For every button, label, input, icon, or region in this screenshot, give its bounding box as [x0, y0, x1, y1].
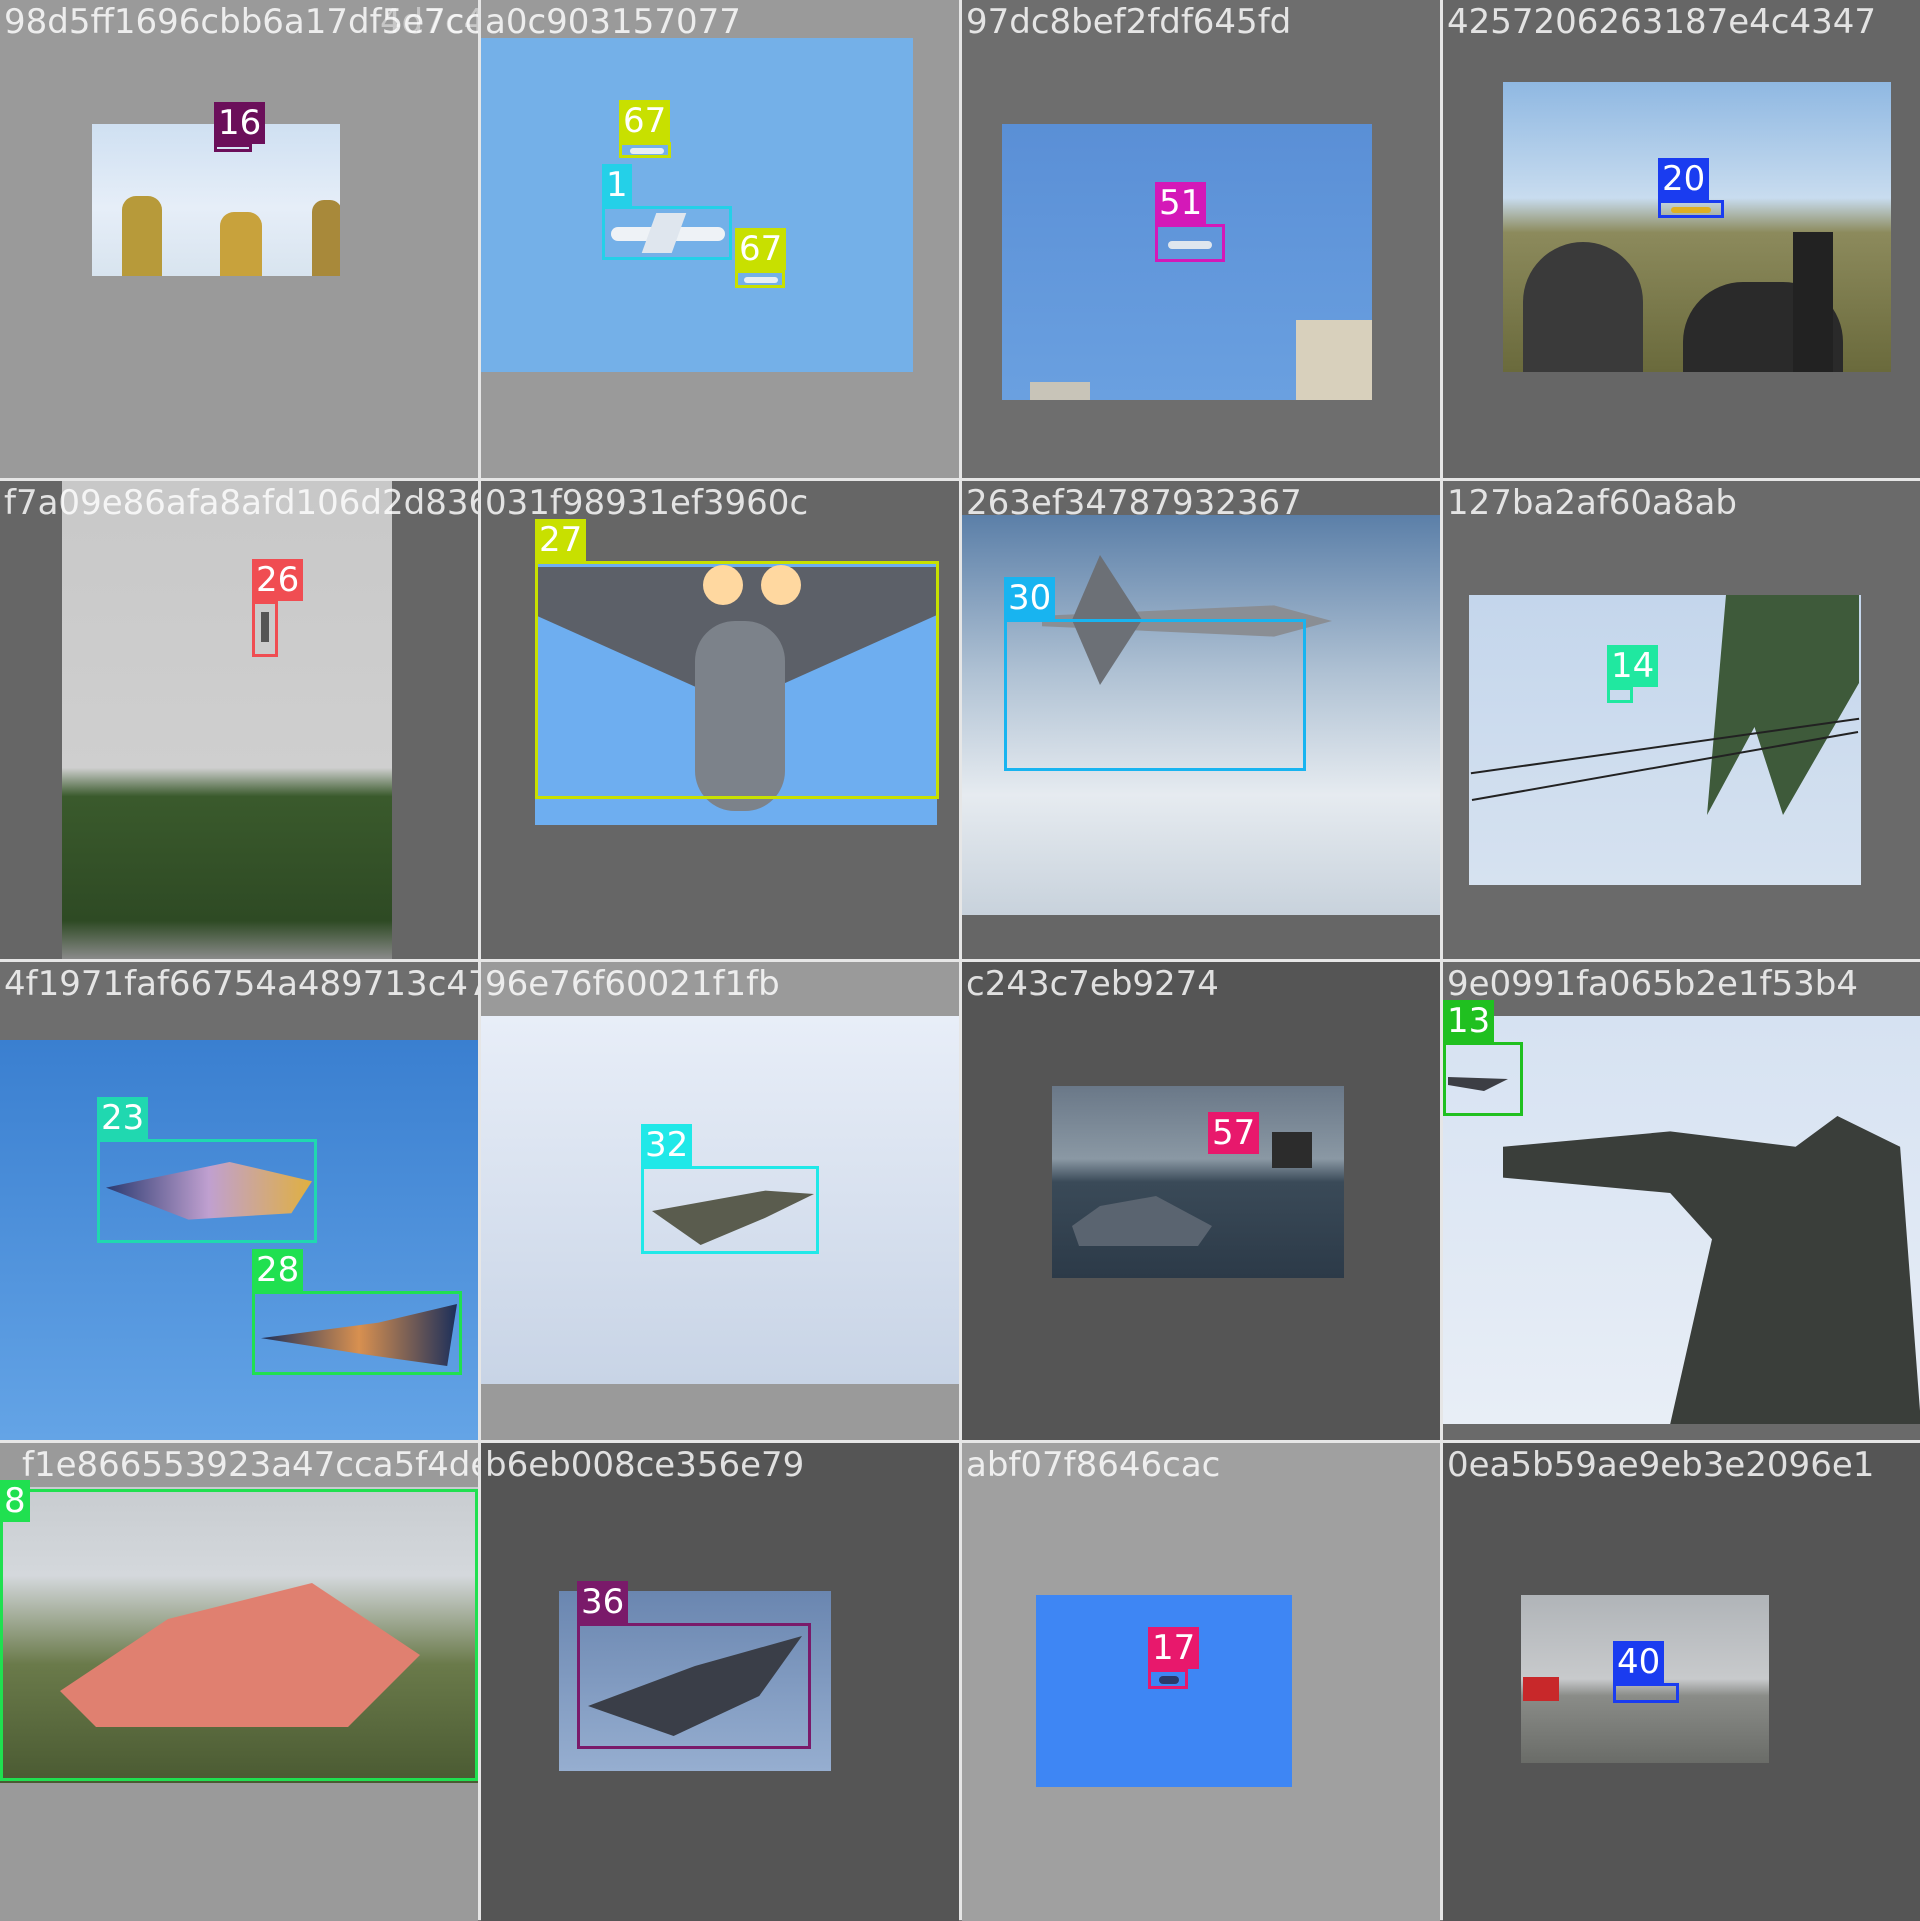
photo-palm-streetlight: [1469, 595, 1861, 885]
tile-filename: a0c903157077: [485, 2, 741, 42]
photo-field-crowd: [1503, 82, 1891, 372]
box-label: 1: [602, 164, 632, 206]
grid-divider-h3: [0, 1440, 1920, 1443]
box-label: 36: [577, 1581, 629, 1623]
grid-divider-h2: [0, 959, 1920, 962]
tile-filename: c243c7eb9274: [966, 964, 1219, 1004]
box-label: 23: [97, 1097, 149, 1139]
box-label: 14: [1607, 645, 1659, 687]
tile-filename: 127ba2af60a8ab: [1447, 483, 1737, 523]
bounding-box: 20: [1658, 158, 1724, 218]
photo-grey-sky-treeline: [62, 481, 392, 959]
tile-filename: 0ea5b59ae9eb3e2096e1: [1447, 1445, 1875, 1485]
box-label: 32: [641, 1124, 693, 1166]
tile-5: f7a09e86afa8afd106d2d836 26: [0, 481, 478, 959]
box-label: 67: [619, 100, 671, 142]
tile-14: b6eb008ce356e79 36: [481, 1443, 959, 1921]
bounding-box: 16: [214, 102, 266, 152]
tile-11: c243c7eb9274 57: [962, 962, 1440, 1440]
bounding-box: 1: [602, 164, 732, 260]
tile-12: 9e0991fa065b2e1f53b4 13: [1443, 962, 1920, 1440]
box-label: 17: [1148, 1627, 1200, 1669]
box-label: 57: [1208, 1112, 1260, 1154]
tile-6: 031f98931ef3960c 27: [481, 481, 959, 959]
box-label: 26: [252, 559, 304, 601]
box-label: 28: [252, 1249, 304, 1291]
bounding-box: 67: [619, 100, 671, 158]
bounding-box: 23: [97, 1097, 317, 1243]
box-label: 13: [1443, 1000, 1495, 1042]
tile-filename: 4257206263187e4c4347: [1447, 2, 1876, 42]
bounding-box: 36: [577, 1581, 811, 1749]
tile-filename: abf07f8646cac: [966, 1445, 1221, 1485]
tile-filename: b6eb008ce356e79: [485, 1445, 805, 1485]
tile-filename: 98d5ff1696cbb6a17df5e7cc3: [4, 2, 478, 42]
tile-9: 4f1971faf66754a489713c47 23 28: [0, 962, 478, 1440]
tile-1: 98d5ff1696cbb6a17df5e7cc3 4d7c4f2e6.jpg …: [0, 0, 478, 478]
tile-7: 263ef34787932367 30: [962, 481, 1440, 959]
box-label: 51: [1155, 182, 1207, 224]
box-label: 67: [735, 228, 787, 270]
detection-mosaic: 98d5ff1696cbb6a17df5e7cc3 4d7c4f2e6.jpg …: [0, 0, 1920, 1921]
tile-2: a0c903157077 67 1 67: [481, 0, 959, 478]
tile-filename-overlay: 4d7c4f2e6.jpg: [380, 2, 478, 42]
box-label: 40: [1613, 1641, 1665, 1683]
grid-divider-h1: [0, 478, 1920, 481]
bounding-box: 32: [641, 1124, 819, 1254]
tile-10: 96e76f60021f1fb 32: [481, 962, 959, 1440]
bounding-box: 8: [0, 1480, 478, 1781]
tile-8: 127ba2af60a8ab 14: [1443, 481, 1920, 959]
bounding-box: 14: [1607, 645, 1659, 703]
bounding-box: 27: [535, 519, 939, 799]
tile-filename: 96e76f60021f1fb: [485, 964, 780, 1004]
photo-blue-sky-small-plane: [1036, 1595, 1292, 1787]
box-label: 16: [214, 102, 266, 144]
box-label: 20: [1658, 158, 1710, 200]
box-label: 8: [0, 1480, 30, 1522]
tile-4: 4257206263187e4c4347 20: [1443, 0, 1920, 478]
photo-sky-aircraft: [481, 38, 913, 372]
tile-16: 0ea5b59ae9eb3e2096e1 40: [1443, 1443, 1920, 1921]
bounding-box: 28: [252, 1249, 462, 1375]
box-label: 30: [1004, 577, 1056, 619]
tile-filename: 031f98931ef3960c: [485, 483, 809, 523]
bounding-box: 40: [1613, 1641, 1679, 1703]
bounding-box: 26: [252, 559, 304, 657]
bounding-box: 30: [1004, 577, 1306, 771]
bounding-box: 13: [1443, 1000, 1523, 1116]
tile-filename: 9e0991fa065b2e1f53b4: [1447, 964, 1858, 1004]
photo-warship-oilrig: [1052, 1086, 1344, 1278]
tile-3: 97dc8bef2fdf645fd 51: [962, 0, 1440, 478]
photo-helicopter-sky: [1002, 124, 1372, 400]
bounding-box: 67: [735, 228, 787, 288]
bounding-box: 51: [1155, 182, 1225, 262]
box-label: 27: [535, 519, 587, 561]
tile-13: f1e866553923a47cca5f4de 8: [0, 1443, 478, 1921]
tile-15: abf07f8646cac 17: [962, 1443, 1440, 1921]
tile-filename: f1e866553923a47cca5f4de: [22, 1445, 478, 1485]
tile-filename: 97dc8bef2fdf645fd: [966, 2, 1292, 42]
bounding-box: 17: [1148, 1627, 1200, 1689]
tile-filename: 4f1971faf66754a489713c47: [4, 964, 478, 1004]
